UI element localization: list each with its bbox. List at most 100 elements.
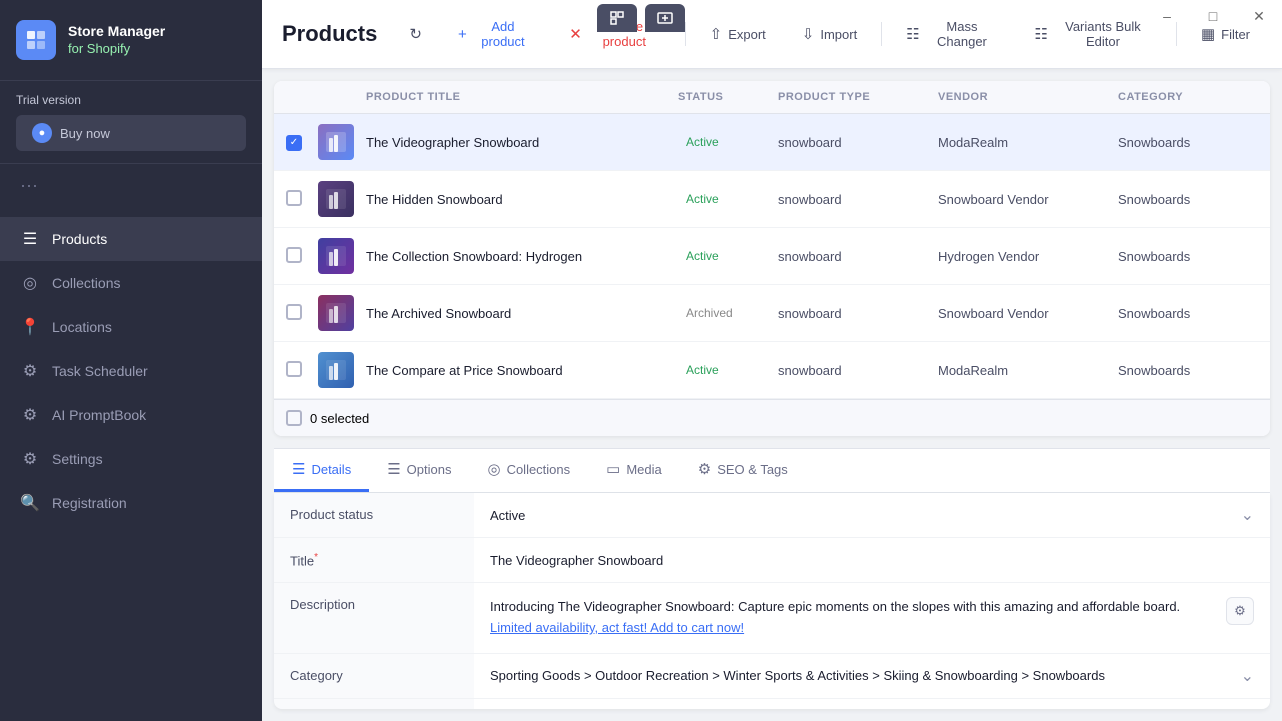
trial-label: Trial version <box>16 93 246 107</box>
buy-icon: ● <box>32 123 52 143</box>
sidebar-item-task-scheduler[interactable]: ⚙ Task Scheduler <box>0 349 262 393</box>
maximize-button[interactable]: □ <box>1190 0 1236 32</box>
vendor-label: Vendor* <box>274 699 474 709</box>
tab-options[interactable]: ☰ Options <box>369 449 469 492</box>
task-scheduler-icon: ⚙ <box>20 361 40 381</box>
tab-seo-tags[interactable]: ⚙ SEO & Tags <box>680 449 806 492</box>
description-value: Introducing The Videographer Snowboard: … <box>474 583 1270 653</box>
category-value: Sporting Goods > Outdoor Recreation > Wi… <box>474 654 1270 698</box>
table-row[interactable]: The Collection Snowboard: Hydrogen Activ… <box>274 228 1270 285</box>
export-icon: ⇧ <box>710 25 723 43</box>
sidebar-item-ai-promptbook[interactable]: ⚙ AI PromptBook <box>0 393 262 437</box>
toolbar: Products ↻ + Add product ✕ Delete produc… <box>262 0 1282 69</box>
title-bar-btn-2[interactable] <box>645 4 685 32</box>
table-row[interactable]: The Archived Snowboard Archived snowboar… <box>274 285 1270 342</box>
add-product-button[interactable]: + Add product <box>446 12 545 56</box>
table-row[interactable]: ✓ The Videographer Snowboard Active snow… <box>274 114 1270 171</box>
product-category: Snowboards <box>1118 192 1258 207</box>
description-label: Description <box>274 583 474 653</box>
sidebar-item-collections[interactable]: ◎ Collections <box>0 261 262 305</box>
status-value: Active ⌄ <box>474 493 1270 537</box>
tab-details[interactable]: ☰ Details <box>274 449 369 492</box>
table-row[interactable]: The Compare at Price Snowboard Active sn… <box>274 342 1270 399</box>
status-dropdown-arrow[interactable]: ⌄ <box>1241 505 1254 525</box>
trial-section: Trial version ● Buy now <box>0 81 262 164</box>
table-row[interactable]: The Hidden Snowboard Active snowboard Sn… <box>274 171 1270 228</box>
row-checkbox[interactable]: ✓ <box>286 133 318 151</box>
sidebar-collections-label: Collections <box>52 275 120 291</box>
product-title: The Archived Snowboard <box>366 306 678 321</box>
tab-media-label: Media <box>626 462 661 477</box>
col-thumb <box>318 91 366 103</box>
product-thumbnail <box>318 124 366 160</box>
import-button[interactable]: ⇩ Import <box>790 18 869 50</box>
page-title: Products <box>282 21 377 47</box>
detail-panel: Product status Active ⌄ Title* The Video… <box>274 493 1270 709</box>
main-content: Products ↻ + Add product ✕ Delete produc… <box>262 0 1282 721</box>
sidebar-item-registration[interactable]: 🔍 Registration <box>0 481 262 525</box>
status-label: Product status <box>274 493 474 537</box>
row-checkbox[interactable] <box>286 361 318 380</box>
product-status: Active <box>678 132 778 152</box>
sidebar-item-products[interactable]: ☰ Products <box>0 217 262 261</box>
product-category: Snowboards <box>1118 135 1258 150</box>
title-label: Title* <box>274 538 474 582</box>
category-label: Category <box>274 654 474 698</box>
tab-options-label: Options <box>407 462 452 477</box>
mass-changer-button[interactable]: ☷ Mass Changer <box>894 12 1010 56</box>
export-button[interactable]: ⇧ Export <box>698 18 778 50</box>
sidebar-item-settings[interactable]: ⚙ Settings <box>0 437 262 481</box>
variants-bulk-editor-button[interactable]: ☷ Variants Bulk Editor <box>1022 12 1164 56</box>
product-category: Snowboards <box>1118 249 1258 264</box>
selection-bar: 0 selected <box>274 399 1270 436</box>
detail-row-vendor: Vendor* ModaRealm ⌄ <box>274 699 1270 709</box>
sidebar-nav: ☰ Products ◎ Collections 📍 Locations ⚙ T… <box>0 209 262 721</box>
refresh-button[interactable]: ↻ <box>397 18 434 50</box>
tab-collections[interactable]: ◎ Collections <box>469 449 588 492</box>
selected-count-label: 0 selected <box>310 411 369 426</box>
refresh-icon: ↻ <box>409 25 422 43</box>
sidebar-locations-label: Locations <box>52 319 112 335</box>
title-bar-btn-1[interactable] <box>597 4 637 32</box>
col-vendor: VENDOR <box>938 91 1118 103</box>
vendor-value: ModaRealm ⌄ <box>474 699 1270 709</box>
product-vendor: Snowboard Vendor <box>938 192 1118 207</box>
detail-tabs: ☰ Details ☰ Options ◎ Collections ▭ Medi… <box>274 448 1270 493</box>
description-edit-button[interactable]: ⚙ <box>1226 597 1254 625</box>
product-category: Snowboards <box>1118 306 1258 321</box>
select-all-checkbox[interactable] <box>286 410 302 426</box>
product-status: Active <box>678 246 778 266</box>
detail-row-description: Description Introducing The Videographer… <box>274 583 1270 654</box>
tab-details-label: Details <box>311 462 351 477</box>
category-dropdown-arrow[interactable]: ⌄ <box>1241 666 1254 686</box>
seo-tab-icon: ⚙ <box>698 460 711 478</box>
product-title: The Compare at Price Snowboard <box>366 363 678 378</box>
buy-now-label: Buy now <box>60 126 110 141</box>
details-tab-icon: ☰ <box>292 460 305 478</box>
sidebar: Store Manager for Shopify Trial version … <box>0 0 262 721</box>
row-checkbox[interactable] <box>286 190 318 209</box>
description-link[interactable]: Limited availability, act fast! Add to c… <box>490 620 744 635</box>
status-text: Active <box>490 508 525 523</box>
delete-icon: ✕ <box>569 25 582 43</box>
title-required: * <box>314 552 318 563</box>
sidebar-task-label: Task Scheduler <box>52 363 148 379</box>
col-checkbox <box>286 91 318 103</box>
row-checkbox[interactable] <box>286 247 318 266</box>
row-checkbox[interactable] <box>286 304 318 323</box>
settings-icon: ⚙ <box>20 449 40 469</box>
tab-media[interactable]: ▭ Media <box>588 449 680 492</box>
product-title: The Hidden Snowboard <box>366 192 678 207</box>
product-category: Snowboards <box>1118 363 1258 378</box>
category-text: Sporting Goods > Outdoor Recreation > Wi… <box>490 668 1105 683</box>
ai-icon: ⚙ <box>20 405 40 425</box>
product-thumbnail <box>318 238 366 274</box>
close-button[interactable]: ✕ <box>1236 0 1282 32</box>
product-vendor: Hydrogen Vendor <box>938 249 1118 264</box>
export-label: Export <box>728 27 766 42</box>
minimize-button[interactable]: – <box>1144 0 1190 32</box>
import-icon: ⇩ <box>802 25 815 43</box>
sidebar-item-locations[interactable]: 📍 Locations <box>0 305 262 349</box>
table-header: PRODUCT TITLE STATUS PRODUCT TYPE VENDOR… <box>274 81 1270 114</box>
buy-now-button[interactable]: ● Buy now <box>16 115 246 151</box>
